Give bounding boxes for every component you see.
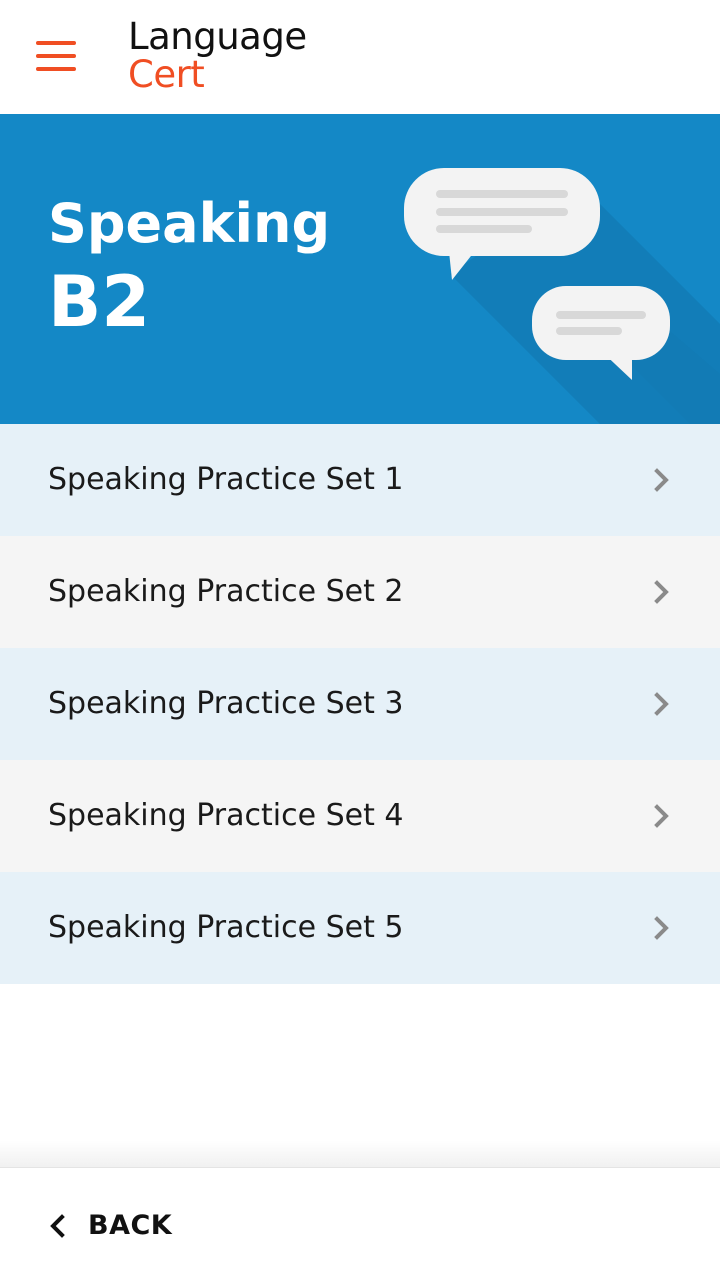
- languagecert-logo: Language Cert: [128, 16, 328, 96]
- list-item[interactable]: Speaking Practice Set 1: [0, 424, 720, 536]
- list-item-label: Speaking Practice Set 3: [48, 686, 404, 721]
- chevron-right-icon: [654, 692, 669, 716]
- bottom-bar: BACK: [0, 1167, 720, 1280]
- chevron-right-icon: [654, 804, 669, 828]
- logo-line-1: Language: [128, 15, 307, 58]
- list-item-label: Speaking Practice Set 5: [48, 910, 404, 945]
- list-item-label: Speaking Practice Set 2: [48, 574, 404, 609]
- footer-shadow: [0, 1140, 720, 1168]
- chevron-left-icon: [50, 1214, 65, 1238]
- chevron-right-icon: [654, 580, 669, 604]
- list-item[interactable]: Speaking Practice Set 4: [0, 760, 720, 872]
- practice-set-list: Speaking Practice Set 1 Speaking Practic…: [0, 424, 720, 984]
- level-title: B2: [48, 261, 151, 343]
- menu-button[interactable]: [24, 30, 88, 82]
- app-bar: Language Cert: [0, 0, 720, 114]
- list-item[interactable]: Speaking Practice Set 3: [0, 648, 720, 760]
- list-item-label: Speaking Practice Set 4: [48, 798, 404, 833]
- chevron-right-icon: [654, 468, 669, 492]
- list-item[interactable]: Speaking Practice Set 2: [0, 536, 720, 648]
- back-label: BACK: [88, 1210, 173, 1241]
- list-item-label: Speaking Practice Set 1: [48, 462, 404, 497]
- logo-line-2: Cert: [128, 53, 205, 96]
- hero-banner: Speaking B2: [0, 114, 720, 424]
- section-title: Speaking: [48, 192, 331, 255]
- chevron-right-icon: [654, 916, 669, 940]
- back-button[interactable]: BACK: [40, 1198, 200, 1254]
- list-item[interactable]: Speaking Practice Set 5: [0, 872, 720, 984]
